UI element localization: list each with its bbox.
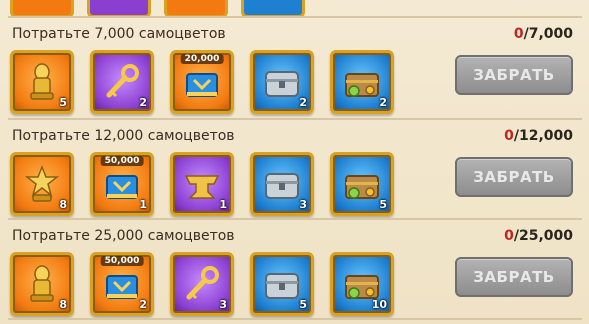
reward-row: Потратьте 7,000 самоцветов 0 /7,000 5 2 … xyxy=(0,20,589,120)
claim-button[interactable]: ЗАБРАТЬ xyxy=(455,55,573,95)
progress-current: 0 xyxy=(504,228,514,244)
reward-count: 8 xyxy=(59,198,67,211)
golden-statue-icon xyxy=(30,265,54,302)
reward-golden-key[interactable]: 3 xyxy=(170,252,234,316)
reward-golden-star-statue[interactable]: 8 xyxy=(10,152,74,216)
progress-total: /12,000 xyxy=(513,128,573,144)
task-label: Потратьте 25,000 самоцветов xyxy=(12,228,235,244)
reward-count: 5 xyxy=(379,198,387,211)
silver-chest-icon xyxy=(265,173,299,199)
reward-resource-chest[interactable]: 5 xyxy=(330,152,394,216)
row-divider xyxy=(8,16,582,18)
reward-resource-book[interactable]: 20,000 xyxy=(170,50,234,114)
reward-row: Потратьте 25,000 самоцветов 0 /25,000 8 … xyxy=(0,222,589,322)
reward-count: 2 xyxy=(379,96,387,109)
reward-golden-key[interactable]: 2 xyxy=(90,50,154,114)
golden-anvil-icon xyxy=(184,175,220,199)
reward-golden-statue[interactable]: 5 xyxy=(10,50,74,114)
resource-book-icon xyxy=(106,175,138,199)
golden-statue-icon xyxy=(30,63,54,100)
row-divider xyxy=(8,218,582,220)
progress-current: 0 xyxy=(513,26,524,42)
reward-count: 2 xyxy=(139,96,147,109)
reward-items: 5 2 20,000 2 2 xyxy=(10,50,394,114)
progress-total: /7,000 xyxy=(523,26,573,42)
reward-count: 2 xyxy=(299,96,307,109)
reward-count: 1 xyxy=(219,198,227,211)
reward-count: 10 xyxy=(371,298,387,311)
golden-key-icon xyxy=(106,64,139,98)
reward-silver-chest[interactable]: 2 xyxy=(250,50,314,114)
silver-chest-icon xyxy=(265,71,299,97)
resource-book-icon xyxy=(106,275,138,299)
reward-count: 5 xyxy=(299,298,307,311)
reward-resource-book[interactable]: 50,000 1 xyxy=(90,152,154,216)
claim-button[interactable]: ЗАБРАТЬ xyxy=(455,257,573,297)
golden-star-statue-icon xyxy=(24,164,60,202)
golden-key-icon xyxy=(186,266,219,300)
resource-chest-icon xyxy=(345,175,379,199)
silver-chest-icon xyxy=(265,273,299,299)
row-divider xyxy=(8,318,582,320)
event-reward-list: Потратьте 7,000 самоцветов 0 /7,000 5 2 … xyxy=(0,0,589,324)
reward-count: 1 xyxy=(139,198,147,211)
progress-counter: 0 /25,000 xyxy=(504,228,573,244)
reward-count: 5 xyxy=(59,96,67,109)
reward-count: 2 xyxy=(139,298,147,311)
reward-resource-chest[interactable]: 2 xyxy=(330,50,394,114)
progress-counter: 0 /12,000 xyxy=(504,128,573,144)
reward-resource-chest[interactable]: 10 xyxy=(330,252,394,316)
reward-golden-anvil[interactable]: 1 xyxy=(170,152,234,216)
reward-items: 8 50,000 1 1 3 5 xyxy=(10,152,394,216)
reward-count: 8 xyxy=(59,298,67,311)
reward-golden-statue[interactable]: 8 xyxy=(10,252,74,316)
reward-resource-book[interactable]: 50,000 2 xyxy=(90,252,154,316)
reward-row: Потратьте 12,000 самоцветов 0 /12,000 8 … xyxy=(0,122,589,222)
claim-button[interactable]: ЗАБРАТЬ xyxy=(455,157,573,197)
progress-total: /25,000 xyxy=(513,228,573,244)
reward-items: 8 50,000 2 3 5 10 xyxy=(10,252,394,316)
previous-row-fragment xyxy=(0,0,589,18)
reward-silver-chest[interactable]: 5 xyxy=(250,252,314,316)
row-divider xyxy=(8,118,582,120)
resource-chest-icon xyxy=(345,73,379,97)
reward-silver-chest[interactable]: 3 xyxy=(250,152,314,216)
task-label: Потратьте 7,000 самоцветов xyxy=(12,26,226,42)
progress-current: 0 xyxy=(504,128,514,144)
task-label: Потратьте 12,000 самоцветов xyxy=(12,128,235,144)
reward-count: 3 xyxy=(219,298,227,311)
progress-counter: 0 /7,000 xyxy=(514,26,573,42)
reward-count: 3 xyxy=(299,198,307,211)
resource-book-icon xyxy=(186,73,218,97)
